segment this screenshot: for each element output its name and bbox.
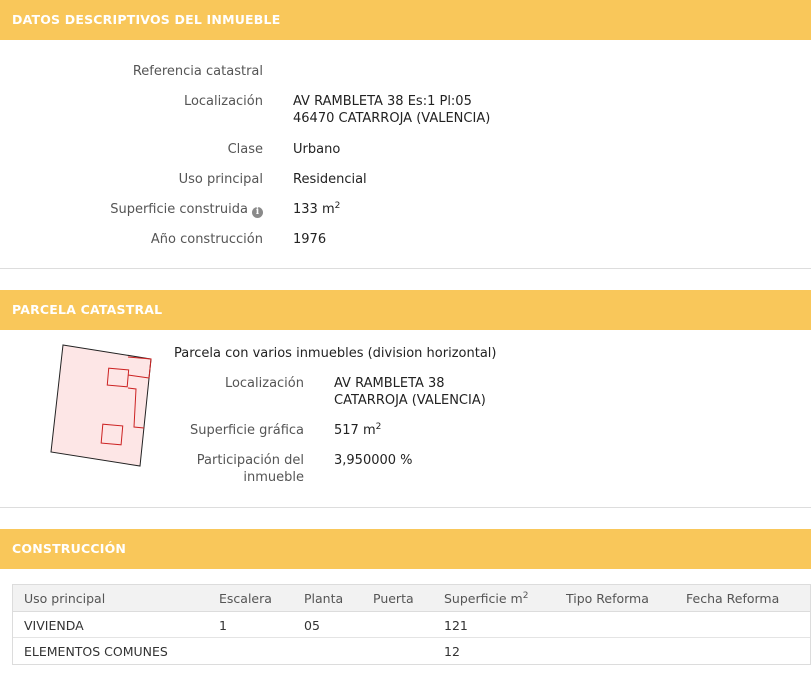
value-anio-construccion: 1976 bbox=[293, 232, 327, 247]
section-body-datos-descriptivos bbox=[0, 40, 811, 269]
col-superficie: Superficie m2 bbox=[444, 585, 528, 612]
table-row: VIVIENDA 1 05 121 bbox=[13, 612, 810, 638]
col-superficie-text: Superficie m bbox=[444, 591, 523, 606]
col-fecha-reforma: Fecha Reforma bbox=[686, 591, 780, 606]
superscript-2: 2 bbox=[334, 201, 341, 211]
value-localizacion: AV RAMBLETA 38 Es:1 Pl:05 46470 CATARROJ… bbox=[293, 93, 490, 127]
table-header-row: Uso principal Escalera Planta Puerta Sup… bbox=[13, 585, 810, 612]
col-puerta: Puerta bbox=[373, 591, 414, 606]
value-parcela-localizacion-line2: CATARROJA (VALENCIA) bbox=[334, 393, 486, 408]
label-anio-construccion: Año construcción bbox=[150, 232, 263, 247]
cell-uso: ELEMENTOS COMUNES bbox=[24, 644, 168, 659]
cell-uso: VIVIENDA bbox=[24, 618, 84, 633]
section-header-parcela-catastral: PARCELA CATASTRAL bbox=[0, 290, 811, 330]
label-parcela-localizacion: Localización bbox=[224, 376, 304, 391]
value-uso-principal: Residencial bbox=[293, 172, 367, 187]
section-header-construccion: CONSTRUCCIÓN bbox=[0, 529, 811, 569]
label-participacion-line2: inmueble bbox=[243, 470, 304, 485]
parcel-outline bbox=[50, 344, 152, 467]
col-uso-principal: Uso principal bbox=[24, 591, 106, 606]
value-superficie-grafica-text: 517 m bbox=[334, 423, 376, 438]
cell-superficie: 121 bbox=[444, 618, 468, 633]
superscript-2: 2 bbox=[522, 591, 529, 601]
label-referencia-catastral: Referencia catastral bbox=[132, 64, 263, 79]
col-planta: Planta bbox=[304, 591, 344, 606]
label-superficie-construida-text: Superficie construida bbox=[110, 202, 248, 217]
label-participacion: Participación del inmueble bbox=[197, 452, 304, 486]
value-superficie-construida-text: 133 m bbox=[293, 202, 335, 217]
parcel-description: Parcela con varios inmuebles (division h… bbox=[174, 346, 497, 361]
parcel-map-image[interactable] bbox=[50, 343, 154, 467]
value-parcela-localizacion: AV RAMBLETA 38 CATARROJA (VALENCIA) bbox=[334, 375, 486, 409]
label-clase: Clase bbox=[227, 142, 263, 157]
value-superficie-grafica: 517 m2 bbox=[334, 422, 381, 439]
value-clase: Urbano bbox=[293, 142, 341, 157]
table-row: ELEMENTOS COMUNES 12 bbox=[13, 638, 810, 664]
section-header-datos-descriptivos: DATOS DESCRIPTIVOS DEL INMUEBLE bbox=[0, 0, 811, 40]
label-localizacion: Localización bbox=[183, 94, 263, 109]
label-superficie-construida: Superficie construida i bbox=[110, 201, 263, 218]
cell-planta: 05 bbox=[304, 618, 320, 633]
col-escalera: Escalera bbox=[219, 591, 272, 606]
value-superficie-construida: 133 m2 bbox=[293, 201, 340, 218]
value-parcela-localizacion-line1: AV RAMBLETA 38 bbox=[334, 376, 445, 391]
col-tipo-reforma: Tipo Reforma bbox=[566, 591, 649, 606]
value-localizacion-line2: 46470 CATARROJA (VALENCIA) bbox=[293, 111, 491, 126]
cell-escalera: 1 bbox=[219, 618, 227, 633]
construccion-table: Uso principal Escalera Planta Puerta Sup… bbox=[12, 584, 811, 665]
superscript-2: 2 bbox=[375, 422, 382, 432]
value-participacion: 3,950000 % bbox=[334, 453, 413, 468]
info-icon[interactable]: i bbox=[252, 207, 263, 218]
value-localizacion-line1: AV RAMBLETA 38 Es:1 Pl:05 bbox=[293, 94, 472, 109]
cell-superficie: 12 bbox=[444, 644, 460, 659]
label-uso-principal: Uso principal bbox=[178, 172, 263, 187]
label-superficie-grafica: Superficie gráfica bbox=[189, 423, 304, 438]
label-participacion-line1: Participación del bbox=[196, 453, 304, 468]
